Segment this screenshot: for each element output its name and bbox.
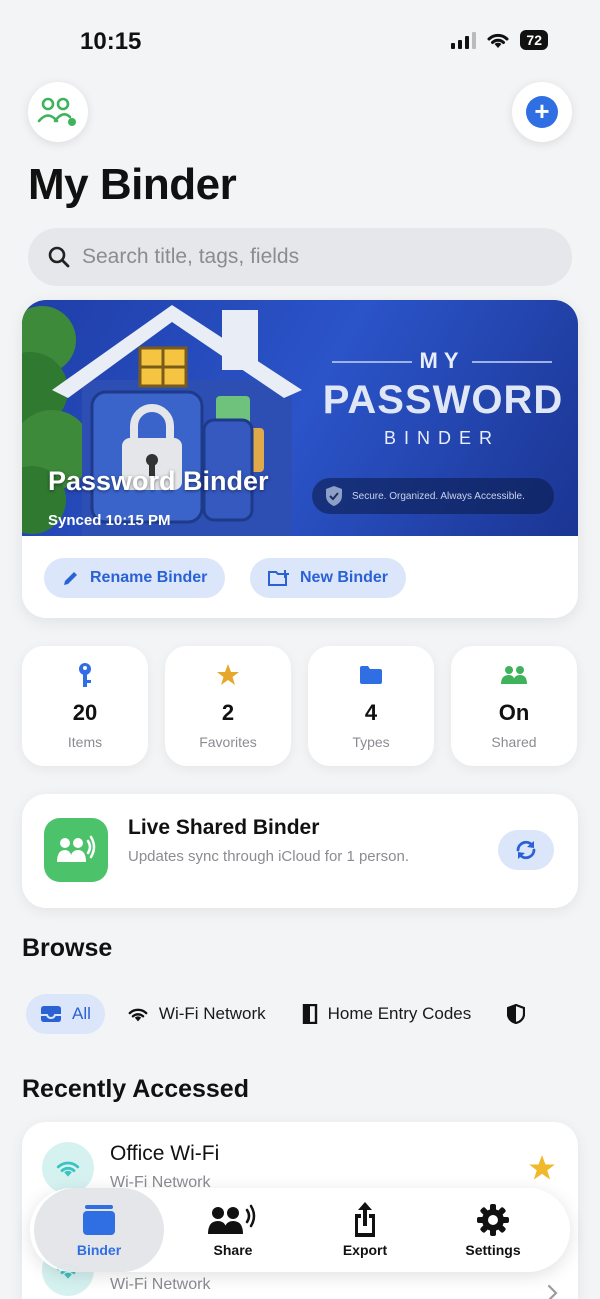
key-icon	[79, 663, 91, 687]
live-shared-title: Live Shared Binder	[128, 816, 320, 839]
house-illustration	[22, 305, 302, 536]
tab-settings-label: Settings	[465, 1242, 521, 1258]
banner-tagline-text: Secure. Organized. Always Accessible.	[352, 490, 525, 502]
binder-icon	[83, 1205, 115, 1235]
wifi-status-icon	[487, 33, 509, 48]
star-icon	[217, 664, 239, 685]
shield-icon	[507, 1004, 526, 1024]
banner-title-my: MY	[419, 348, 465, 373]
stat-favorites-label: Favorites	[199, 734, 257, 750]
browse-title: Browse	[22, 934, 113, 962]
tray-icon	[41, 1006, 61, 1022]
banner-title-password: PASSWORD	[322, 378, 564, 422]
battery-indicator: 72	[520, 30, 548, 50]
recent-item-subtitle: Wi-Fi Network	[110, 1276, 211, 1293]
signal-icon	[451, 31, 477, 49]
status-time: 10:15	[80, 28, 142, 55]
refresh-icon	[516, 840, 536, 860]
page-title: My Binder	[28, 160, 237, 209]
chip-home-entry-label: Home Entry Codes	[327, 1004, 472, 1023]
stat-shared-value: On	[498, 700, 530, 725]
search-icon	[48, 246, 70, 268]
export-icon	[355, 1202, 375, 1237]
live-shared-card[interactable]: Live Shared Binder Updates sync through …	[22, 794, 578, 908]
folder-plus-icon	[268, 570, 289, 586]
new-binder-label: New Binder	[300, 569, 389, 586]
tab-binder-label: Binder	[76, 1242, 122, 1258]
stat-favorites[interactable]: 2 Favorites	[165, 646, 291, 766]
recent-item-title: Office Wi-Fi	[110, 1142, 220, 1165]
status-icons: 72	[451, 30, 548, 50]
chip-more[interactable]	[493, 994, 539, 1034]
tab-settings[interactable]: Settings	[428, 1188, 558, 1272]
stat-types[interactable]: 4 Types	[308, 646, 434, 766]
search-bar[interactable]	[28, 228, 572, 286]
binder-name: Password Binder	[48, 466, 269, 496]
chip-wifi-network[interactable]: Wi-Fi Network	[113, 994, 280, 1034]
share-people-icon	[208, 1204, 256, 1234]
chevron-right-icon	[547, 1284, 558, 1299]
status-bar: 10:15 72	[0, 0, 600, 84]
plus-icon: +	[526, 96, 558, 128]
stat-items-label: Items	[67, 734, 103, 750]
shared-live-icon	[44, 818, 108, 882]
tab-share-label: Share	[213, 1242, 253, 1258]
chip-home-entry-codes[interactable]: Home Entry Codes	[288, 994, 486, 1034]
search-input[interactable]	[82, 245, 522, 269]
folder-icon	[360, 666, 382, 684]
wifi-item-icon	[42, 1142, 94, 1194]
add-button[interactable]: +	[512, 82, 572, 142]
tab-export[interactable]: Export	[300, 1188, 430, 1272]
shield-check-icon	[326, 486, 342, 506]
tab-share[interactable]: Share	[168, 1188, 298, 1272]
banner-tagline: Secure. Organized. Always Accessible.	[312, 478, 554, 514]
recent-title: Recently Accessed	[22, 1075, 249, 1103]
stat-types-label: Types	[352, 734, 390, 750]
stat-favorites-value: 2	[221, 700, 235, 725]
binder-sync-status: Synced 10:15 PM	[48, 512, 171, 529]
tab-bar: Binder Share Export Settings	[30, 1188, 570, 1272]
door-icon	[302, 1004, 317, 1024]
pencil-icon	[64, 572, 77, 585]
stat-items-value: 20	[72, 700, 98, 725]
live-shared-subtitle: Updates sync through iCloud for 1 person…	[128, 848, 409, 865]
browse-chips: All Wi-Fi Network Home Entry Codes	[26, 994, 600, 1036]
chip-all-label: All	[72, 1004, 91, 1023]
rename-binder-button[interactable]: Rename Binder	[44, 558, 226, 598]
chip-wifi-label: Wi-Fi Network	[158, 1004, 266, 1023]
tab-export-label: Export	[342, 1242, 388, 1258]
stat-items[interactable]: 20 Items	[22, 646, 148, 766]
chip-all[interactable]: All	[26, 994, 105, 1034]
people-icon	[501, 666, 527, 684]
banner-title-binder: BINDER	[383, 428, 500, 448]
manage-people-button[interactable]	[28, 82, 88, 142]
wifi-icon	[128, 1008, 148, 1022]
gear-icon	[477, 1204, 509, 1236]
new-binder-button[interactable]: New Binder	[250, 558, 407, 598]
sync-button[interactable]	[498, 830, 554, 870]
stat-shared[interactable]: On Shared	[451, 646, 577, 766]
rename-binder-label: Rename Binder	[90, 569, 208, 586]
stat-shared-label: Shared	[491, 734, 537, 750]
tab-binder[interactable]: Binder	[34, 1188, 164, 1272]
binder-card: MY PASSWORD BINDER Secure. Organized. Al…	[22, 300, 578, 618]
stat-types-value: 4	[364, 700, 378, 725]
favorite-star-icon[interactable]	[528, 1154, 556, 1182]
people-gear-icon	[37, 97, 76, 126]
binder-banner[interactable]: MY PASSWORD BINDER Secure. Organized. Al…	[22, 300, 578, 536]
